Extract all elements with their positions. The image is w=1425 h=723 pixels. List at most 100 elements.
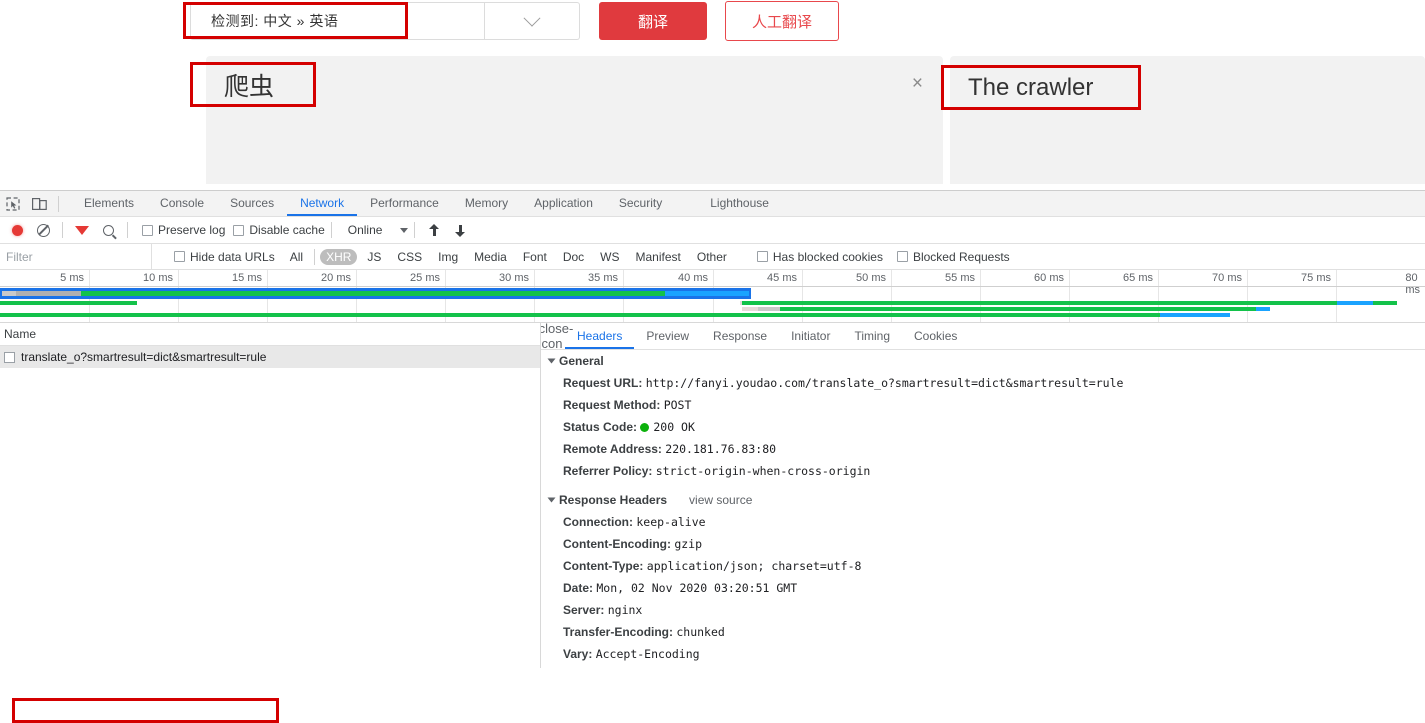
tab-console[interactable]: Console <box>147 191 217 216</box>
status-ok-icon <box>640 423 650 432</box>
header-row: Server: nginx <box>541 599 1425 621</box>
tab-headers[interactable]: Headers <box>565 323 634 349</box>
section-response-headers-header[interactable]: Response Headers view source <box>541 488 1425 511</box>
row-checkbox[interactable] <box>4 351 15 363</box>
chevron-down-icon <box>547 497 556 503</box>
checkbox-box <box>142 224 153 236</box>
header-value: http://fanyi.youdao.com/translate_o?smar… <box>645 376 1124 390</box>
resource-type-filters: All XHR JS CSS Img Media Font Doc WS Man… <box>284 248 733 265</box>
filter-type-ws[interactable]: WS <box>594 249 625 265</box>
timeline-tick-label: 45 ms <box>767 272 797 284</box>
filter-funnel-icon[interactable] <box>69 218 95 248</box>
filter-type-css[interactable]: CSS <box>391 249 428 265</box>
timeline-bar <box>1256 307 1270 311</box>
search-icon[interactable] <box>95 218 121 242</box>
tab-timing[interactable]: Timing <box>842 323 902 349</box>
header-key: Status Code: <box>563 420 638 434</box>
tab-network[interactable]: Network <box>287 191 357 216</box>
section-general-header[interactable]: General <box>541 349 1425 372</box>
checkbox-box <box>174 251 185 262</box>
timeline-bar <box>665 291 749 296</box>
filter-type-media[interactable]: Media <box>468 249 513 265</box>
tab-initiator[interactable]: Initiator <box>779 323 842 349</box>
filter-type-other[interactable]: Other <box>691 249 733 265</box>
header-key: Remote Address: <box>563 442 662 456</box>
clear-icon[interactable]: × <box>912 74 923 93</box>
network-filter-bar: Hide data URLs All XHR JS CSS Img Media … <box>0 244 1425 270</box>
timeline-bar <box>0 313 1160 317</box>
preserve-log-label: Preserve log <box>158 223 226 237</box>
divider <box>127 222 128 238</box>
view-source-link[interactable]: view source <box>689 493 752 507</box>
translate-button[interactable]: 翻译 <box>599 2 707 40</box>
tab-sources[interactable]: Sources <box>217 191 287 216</box>
tab-response[interactable]: Response <box>701 323 779 349</box>
section-general-title: General <box>559 354 604 368</box>
header-row: Referrer Policy: strict-origin-when-cros… <box>541 460 1425 482</box>
filter-type-all[interactable]: All <box>284 249 309 265</box>
header-key: Referrer Policy: <box>563 464 653 478</box>
throttling-select[interactable]: Online <box>348 223 409 237</box>
tab-application[interactable]: Application <box>521 191 606 216</box>
tab-preview[interactable]: Preview <box>634 323 701 349</box>
filter-type-xhr[interactable]: XHR <box>320 248 358 265</box>
disable-cache-checkbox[interactable]: Disable cache <box>233 223 325 237</box>
blocked-requests-checkbox[interactable]: Blocked Requests <box>896 250 1010 264</box>
header-row: Date: Mon, 02 Nov 2020 03:20:51 GMT <box>541 577 1425 599</box>
timeline-bar <box>780 307 1256 311</box>
translate-page: 检测到: 中文 » 英语 翻译 人工翻译 爬虫 × The crawler <box>0 0 1425 190</box>
import-har-icon[interactable] <box>421 218 447 242</box>
network-overview-timeline[interactable]: 5 ms 10 ms 15 ms 20 ms 25 ms 30 ms 35 ms 40 ms 4… <box>0 270 1425 323</box>
tab-performance[interactable]: Performance <box>357 191 452 216</box>
close-icon[interactable]: close-icon <box>541 323 573 351</box>
tab-memory[interactable]: Memory <box>452 191 521 216</box>
column-header-name: Name <box>4 327 37 341</box>
filter-type-doc[interactable]: Doc <box>557 249 590 265</box>
header-value: application/json; charset=utf-8 <box>646 559 862 573</box>
checkbox-box <box>756 251 768 262</box>
header-row: Content-Type: application/json; charset=… <box>541 555 1425 577</box>
timeline-tick-label: 60 ms <box>1034 272 1064 284</box>
checkbox-box <box>233 224 245 236</box>
export-har-icon[interactable] <box>447 218 473 242</box>
headers-content[interactable]: General Request URL: http://fanyi.youdao… <box>541 349 1425 668</box>
preserve-log-checkbox[interactable]: Preserve log <box>142 223 225 237</box>
request-list-header: Name <box>0 323 540 346</box>
record-icon[interactable] <box>4 218 30 242</box>
filter-type-font[interactable]: Font <box>517 249 553 265</box>
clear-icon[interactable] <box>30 218 56 242</box>
tab-lighthouse[interactable]: Lighthouse <box>697 191 782 216</box>
table-row[interactable]: translate_o?smartresult=dict&smartresult… <box>0 346 540 368</box>
timeline-tick-label: 65 ms <box>1123 272 1153 284</box>
filter-input[interactable] <box>0 244 152 269</box>
timeline-bar <box>81 291 665 296</box>
timeline-tick-label: 5 ms <box>60 272 84 284</box>
filter-type-js[interactable]: JS <box>361 249 387 265</box>
filter-type-img[interactable]: Img <box>432 249 464 265</box>
timeline-tick-label: 10 ms <box>143 272 173 284</box>
inspect-element-icon[interactable] <box>0 192 26 216</box>
timeline-tick-label: 40 ms <box>678 272 708 284</box>
header-row: Connection: keep-alive <box>541 511 1425 533</box>
network-body: Name translate_o?smartresult=dict&smartr… <box>0 323 1425 723</box>
header-value: Accept-Encoding <box>595 647 700 661</box>
tab-cookies[interactable]: Cookies <box>902 323 969 349</box>
language-pair-select[interactable]: 检测到: 中文 » 英语 <box>190 2 485 40</box>
timeline-tick-label: 55 ms <box>945 272 975 284</box>
toggle-device-toolbar-icon[interactable] <box>26 192 52 216</box>
request-detail-tabbar: close-icon Headers Preview Response Init… <box>541 323 1425 351</box>
annotation-box-request-row <box>12 698 279 723</box>
timeline-bar <box>2 291 16 296</box>
source-text-pane[interactable]: 爬虫 × <box>206 56 943 184</box>
devtools-panel: Elements Console Sources Network Perform… <box>0 190 1425 723</box>
checkbox-box <box>896 251 908 262</box>
hide-data-urls-checkbox[interactable]: Hide data URLs <box>174 250 275 264</box>
header-row: Vary: Accept-Encoding <box>541 643 1425 665</box>
human-translate-button[interactable]: 人工翻译 <box>725 1 839 41</box>
tab-elements[interactable]: Elements <box>71 191 147 216</box>
filter-type-manifest[interactable]: Manifest <box>630 249 687 265</box>
header-key: Request Method: <box>563 398 661 412</box>
has-blocked-cookies-checkbox[interactable]: Has blocked cookies <box>756 250 883 264</box>
tab-security[interactable]: Security <box>606 191 675 216</box>
language-pair-dropdown-toggle[interactable] <box>485 2 580 40</box>
